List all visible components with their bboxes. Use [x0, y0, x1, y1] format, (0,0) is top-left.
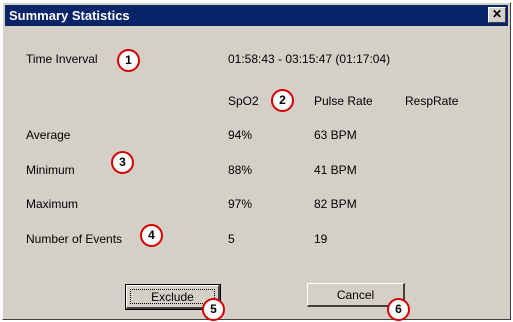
column-header-pulse-rate: Pulse Rate [314, 94, 373, 108]
callout-badge-5: 5 [202, 298, 225, 321]
callout-badge-6: 6 [387, 298, 410, 321]
time-interval-label: Time Inverval [26, 52, 98, 66]
events-pulse-value: 19 [314, 232, 328, 246]
callout-badge-1: 1 [117, 49, 140, 72]
column-header-spo2: SpO2 [228, 94, 259, 108]
row-label-average: Average [26, 128, 71, 142]
title-bar: Summary Statistics ✕ [5, 5, 508, 26]
summary-statistics-dialog: Summary Statistics ✕ [2, 2, 511, 320]
minimum-spo2-value: 88% [228, 163, 253, 177]
average-spo2-value: 94% [228, 128, 253, 142]
minimum-pulse-value: 41 BPM [314, 163, 357, 177]
maximum-spo2-value: 97% [228, 197, 253, 211]
maximum-pulse-value: 82 BPM [314, 197, 357, 211]
callout-badge-2: 2 [271, 89, 294, 112]
row-label-maximum: Maximum [26, 197, 79, 211]
exclude-button-label: Exclude [151, 290, 194, 304]
callout-badge-4: 4 [140, 224, 163, 247]
time-interval-value: 01:58:43 - 03:15:47 (01:17:04) [228, 52, 391, 66]
dialog-title: Summary Statistics [9, 8, 130, 23]
close-icon[interactable]: ✕ [488, 7, 506, 23]
callout-badge-3: 3 [111, 151, 134, 174]
column-header-resp-rate: RespRate [405, 94, 459, 108]
events-spo2-value: 5 [228, 232, 235, 246]
row-label-minimum: Minimum [26, 163, 75, 177]
row-label-number-of-events: Number of Events [26, 232, 123, 246]
cancel-button-label: Cancel [336, 288, 375, 302]
average-pulse-value: 63 BPM [314, 128, 357, 142]
